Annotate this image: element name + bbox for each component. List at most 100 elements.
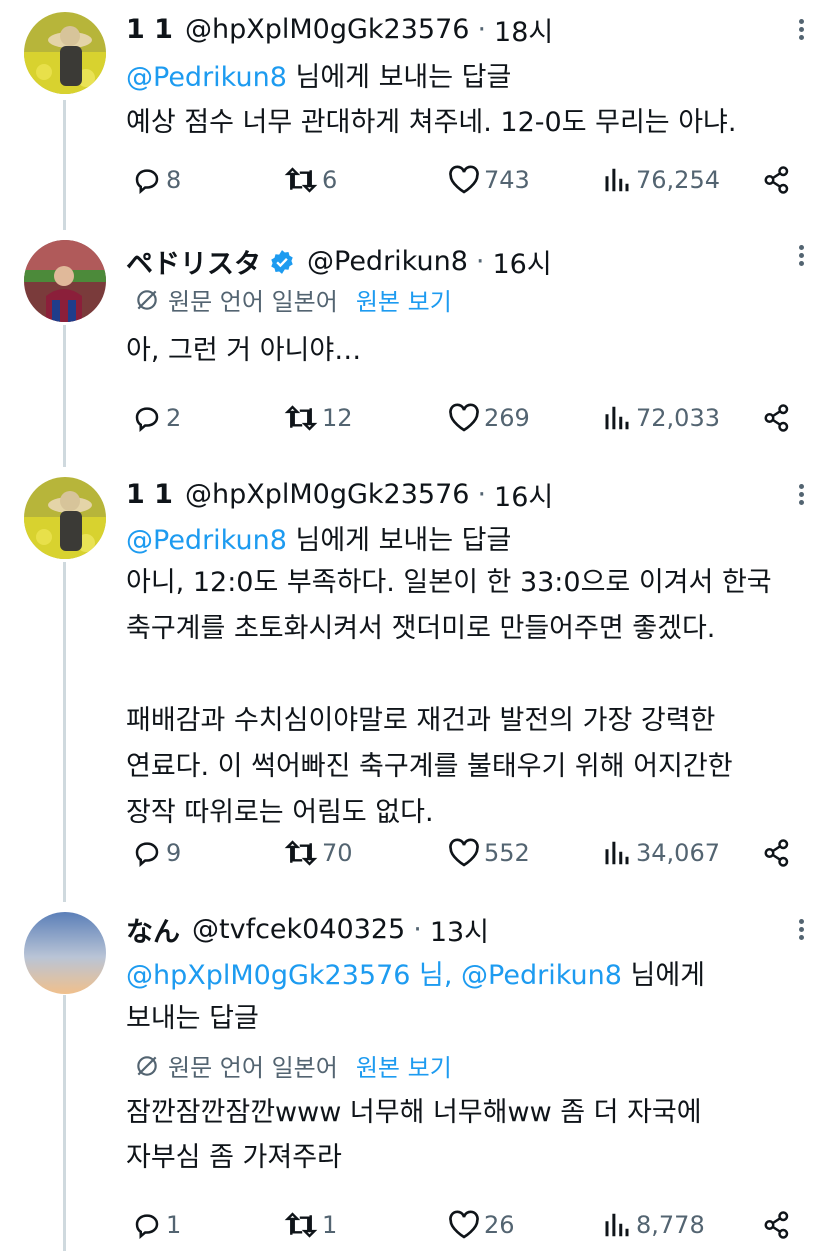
reply-context: @Pedrikun8 님에게 보내는 답글 xyxy=(126,518,511,557)
views-button[interactable]: 8,778 xyxy=(602,1205,705,1245)
like-count: 743 xyxy=(484,166,530,194)
reply-label: 님에게 xyxy=(621,960,706,991)
reply-label: 님에게 보내는 답글 xyxy=(286,62,512,93)
timestamp[interactable]: 16시 xyxy=(494,475,553,514)
retweet-icon xyxy=(284,405,318,431)
reply-button[interactable]: 8 xyxy=(132,160,181,200)
reply-count: 1 xyxy=(166,1211,182,1239)
more-options-icon[interactable] xyxy=(797,481,805,511)
retweet-count: 12 xyxy=(322,404,353,432)
share-button[interactable] xyxy=(762,398,792,438)
share-icon xyxy=(764,166,789,194)
display-name[interactable]: 1 1 xyxy=(126,479,173,510)
tweet-text: 아, 그런 거 아니야… xyxy=(126,335,362,366)
user-handle[interactable]: @tvfcek040325 xyxy=(192,914,405,945)
verified-badge-icon xyxy=(271,249,293,274)
view-count: 8,778 xyxy=(636,1211,705,1239)
share-button[interactable] xyxy=(762,160,792,200)
heart-icon xyxy=(449,165,479,194)
tweet-text: 예상 점수 너무 관대하게 쳐주네. 12-0도 무리는 아냐. xyxy=(126,107,737,138)
avatar[interactable] xyxy=(24,477,106,559)
display-name[interactable]: ペドリスタ xyxy=(126,242,261,281)
share-button[interactable] xyxy=(762,1205,792,1245)
avatar[interactable] xyxy=(24,12,106,94)
like-button[interactable]: 552 xyxy=(448,833,530,873)
separator-dot: · xyxy=(477,479,487,510)
view-count: 76,254 xyxy=(636,166,720,194)
separator-dot: · xyxy=(477,14,487,45)
reply-count: 8 xyxy=(166,166,182,194)
share-icon xyxy=(764,839,789,867)
display-name[interactable]: 1 1 xyxy=(126,14,173,45)
like-count: 269 xyxy=(484,404,530,432)
views-button[interactable]: 34,067 xyxy=(602,833,720,873)
avatar[interactable] xyxy=(24,240,106,322)
view-original-link[interactable]: 원본 보기 xyxy=(356,282,452,317)
views-icon xyxy=(605,406,629,430)
share-button[interactable] xyxy=(762,833,792,873)
view-count: 72,033 xyxy=(636,404,720,432)
reply-button[interactable]: 9 xyxy=(132,833,181,873)
retweet-button[interactable]: 12 xyxy=(284,398,353,438)
translation-notice: 원문 언어 일본어 원본 보기 xyxy=(134,282,452,317)
timestamp[interactable]: 16시 xyxy=(492,242,551,281)
share-icon xyxy=(764,1211,789,1239)
mention-link[interactable]: @hpXplM0gGk23576 님, @Pedrikun8 xyxy=(126,960,622,991)
mention-link[interactable]: @Pedrikun8 xyxy=(126,62,287,93)
reply-icon xyxy=(135,842,159,867)
retweet-count: 1 xyxy=(322,1211,338,1239)
reply-context: @Pedrikun8 님에게 보내는 답글 xyxy=(126,55,511,94)
reply-icon xyxy=(135,169,159,194)
reply-icon xyxy=(135,407,159,432)
retweet-count: 70 xyxy=(322,839,353,867)
views-button[interactable]: 72,033 xyxy=(602,398,720,438)
reply-label: 님에게 보내는 답글 xyxy=(286,525,512,556)
more-options-icon[interactable] xyxy=(797,916,805,946)
reply-button[interactable]: 2 xyxy=(132,398,181,438)
user-handle[interactable]: @Pedrikun8 xyxy=(307,246,468,277)
reply-button[interactable]: 1 xyxy=(132,1205,181,1245)
like-button[interactable]: 26 xyxy=(448,1205,515,1245)
like-count: 26 xyxy=(484,1211,515,1239)
more-options-icon[interactable] xyxy=(797,242,805,272)
tweet[interactable]: 1 1 @hpXplM0gGk23576 · 18시 @Pedrikun8 님에… xyxy=(0,0,835,230)
translation-label: 원문 언어 일본어 xyxy=(168,1054,338,1082)
view-original-link[interactable]: 원본 보기 xyxy=(356,1048,452,1083)
views-button[interactable]: 76,254 xyxy=(602,160,720,200)
reply-count: 2 xyxy=(166,404,182,432)
reply-context: @hpXplM0gGk23576 님, @Pedrikun8 님에게 xyxy=(126,953,705,992)
views-icon xyxy=(605,841,629,865)
timestamp[interactable]: 18시 xyxy=(494,10,553,49)
action-bar: 8 6 743 76,254 xyxy=(130,160,800,200)
retweet-button[interactable]: 70 xyxy=(284,833,353,873)
mention-link[interactable]: @Pedrikun8 xyxy=(126,525,287,556)
tweet[interactable]: 1 1 @hpXplM0gGk23576 · 16시 @Pedrikun8 님에… xyxy=(0,465,835,895)
translation-notice: 원문 언어 일본어 원본 보기 xyxy=(134,1048,452,1083)
retweet-icon xyxy=(284,1212,318,1238)
share-icon xyxy=(764,404,789,432)
retweet-button[interactable]: 1 xyxy=(284,1205,337,1245)
views-icon xyxy=(605,1213,629,1237)
like-button[interactable]: 269 xyxy=(448,398,530,438)
tweet[interactable]: なん @tvfcek040325 · 13시 @hpXplM0gGk23576 … xyxy=(0,900,835,1251)
tweet-text: 잠깐잠깐잠깐www 너무해 너무해ww 좀 더 자국에 자부심 좀 가져주라 xyxy=(126,1097,702,1173)
action-bar: 9 70 552 34,067 xyxy=(130,833,800,873)
retweet-button[interactable]: 6 xyxy=(284,160,337,200)
reply-count: 9 xyxy=(166,839,182,867)
translation-label: 원문 언어 일본어 xyxy=(168,288,338,316)
display-name[interactable]: なん xyxy=(126,910,180,949)
tweet-text: 아니, 12:0도 부족하다. 일본이 한 33:0으로 이겨서 한국 축구계를… xyxy=(126,567,772,828)
tweet[interactable]: ペドリスタ @Pedrikun8 · 16시 원문 언어 일본어 원본 보기 아… xyxy=(0,230,835,465)
action-bar: 1 1 26 8,778 xyxy=(130,1205,800,1245)
avatar[interactable] xyxy=(24,912,106,994)
user-handle[interactable]: @hpXplM0gGk23576 xyxy=(185,14,469,45)
timestamp[interactable]: 13시 xyxy=(430,910,489,949)
view-count: 34,067 xyxy=(636,839,720,867)
more-options-icon[interactable] xyxy=(797,16,805,46)
separator-dot: · xyxy=(475,246,485,277)
retweet-icon xyxy=(284,840,318,866)
separator-dot: · xyxy=(413,914,422,945)
user-handle[interactable]: @hpXplM0gGk23576 xyxy=(185,479,469,510)
translate-off-icon xyxy=(137,1055,157,1076)
like-button[interactable]: 743 xyxy=(448,160,530,200)
